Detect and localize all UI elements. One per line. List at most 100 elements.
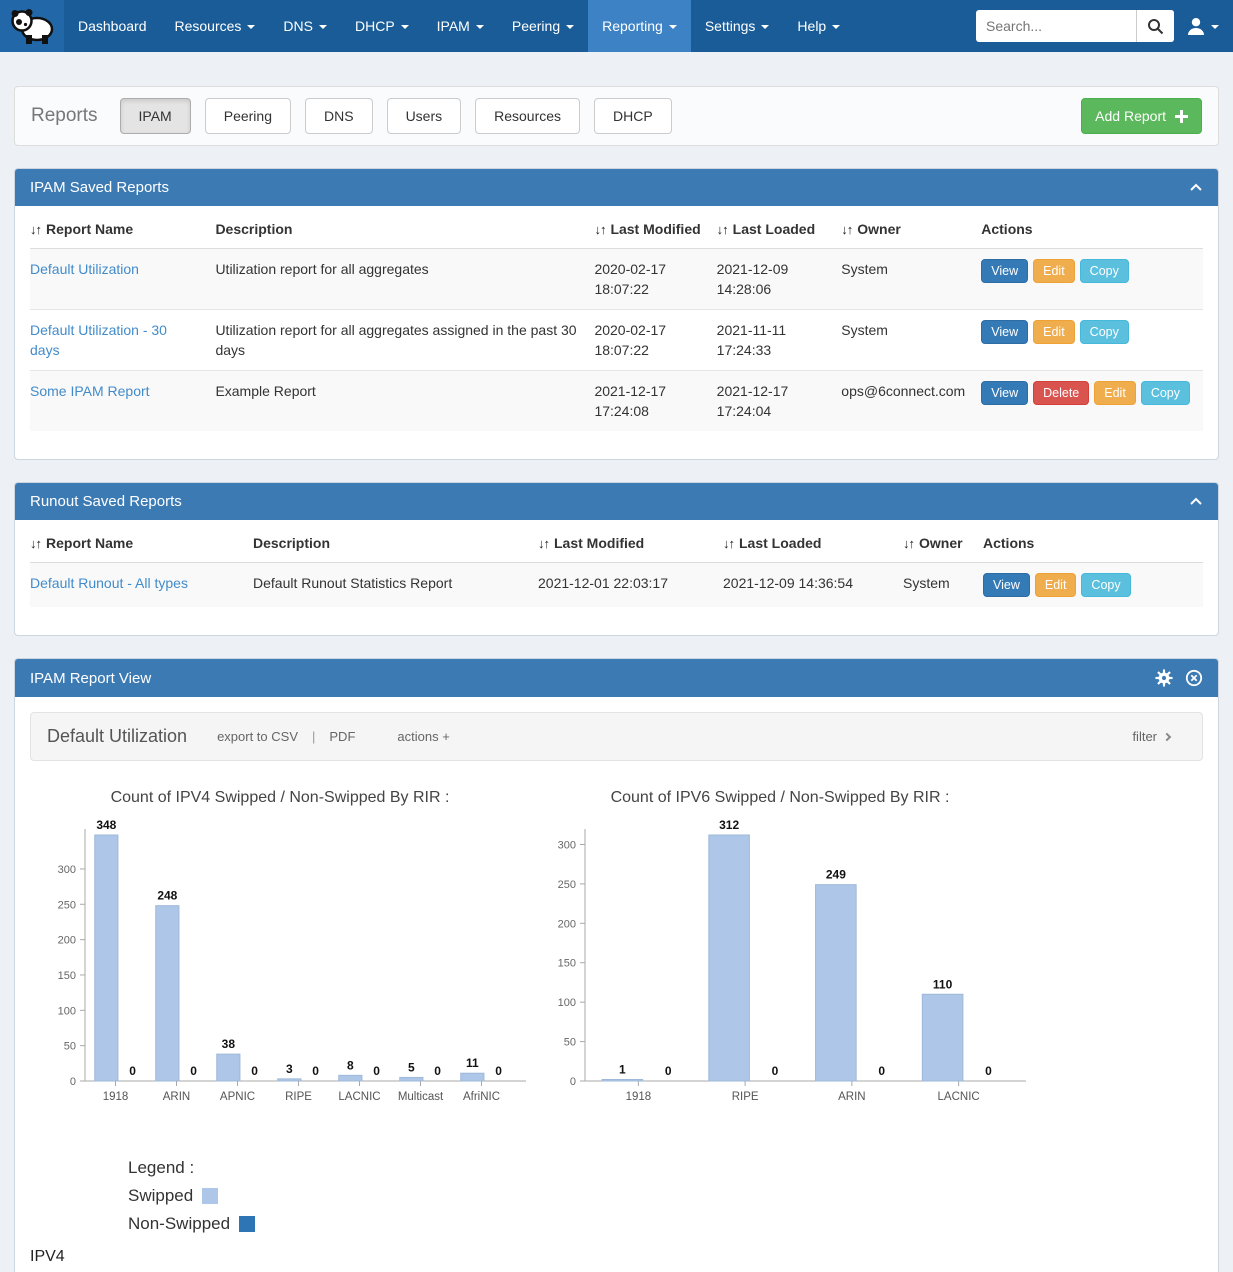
nav-item-label: Help [797,18,826,34]
nav-item-ipam[interactable]: IPAM [423,0,498,52]
delete-button[interactable]: Delete [1033,381,1089,405]
svg-text:ARIN: ARIN [163,1091,190,1103]
legend-item: Non-Swipped [128,1214,1203,1234]
column-label: Owner [919,535,963,551]
svg-text:200: 200 [58,935,76,947]
actions-menu[interactable]: actions + [397,729,449,744]
svg-text:0: 0 [495,1064,502,1078]
nav-item-dashboard[interactable]: Dashboard [64,0,161,52]
search-input[interactable] [976,18,1136,34]
svg-text:0: 0 [312,1064,319,1078]
actions-cell: ViewEditCopy [973,249,1203,310]
edit-button[interactable]: Edit [1033,320,1075,344]
report-name-link[interactable]: Some IPAM Report [30,383,150,399]
report-tabs: IPAM Peering DNS Users Resources DHCP [120,98,686,134]
nav-item-peering[interactable]: Peering [498,0,588,52]
filter-toggle[interactable]: filter [1132,729,1170,744]
column-header-report-name[interactable]: Report Name [30,524,245,563]
charts-row: Count of IPV4 Swipped / Non-Swipped By R… [30,789,1203,1126]
nav-item-resources[interactable]: Resources [161,0,270,52]
nav-item-label: Peering [512,18,560,34]
column-header-owner[interactable]: Owner [895,524,975,563]
view-button[interactable]: View [981,259,1028,283]
search-button[interactable] [1136,10,1174,42]
copy-button[interactable]: Copy [1080,320,1129,344]
view-button[interactable]: View [983,573,1030,597]
nav-item-reporting[interactable]: Reporting [588,0,691,52]
swipped-swatch [202,1188,218,1204]
copy-button[interactable]: Copy [1141,381,1190,405]
view-button[interactable]: View [981,381,1028,405]
column-header-last-modified[interactable]: Last Modified [530,524,715,563]
sort-icon [841,221,857,237]
column-header-last-loaded[interactable]: Last Loaded [715,524,895,563]
sort-icon [903,535,919,551]
column-header-report-name[interactable]: Report Name [30,210,207,249]
actions-cell: ViewEditCopy [973,310,1203,371]
legend-title: Legend : [128,1158,1203,1178]
runout-saved-panel-header: Runout Saved Reports [15,483,1218,520]
panel-title: IPAM Report View [30,670,151,687]
column-header-actions: Actions [973,210,1203,249]
tab-ipam[interactable]: IPAM [120,98,191,134]
copy-button[interactable]: Copy [1080,259,1129,283]
tab-resources[interactable]: Resources [475,98,580,134]
tab-dhcp[interactable]: DHCP [594,98,672,134]
panel-title: IPAM Saved Reports [30,179,169,196]
table-header-row: Report NameDescriptionLast ModifiedLast … [30,210,1203,249]
collapse-button[interactable] [1189,183,1203,192]
last-modified-cell: 2020-02-17 18:07:22 [586,249,708,310]
nav-item-help[interactable]: Help [783,0,854,52]
table-row: Default Runout - All typesDefault Runout… [30,563,1203,608]
legend-item-label: Swipped [128,1186,193,1206]
report-name-link[interactable]: Default Runout - All types [30,575,188,591]
export-pdf-link[interactable]: PDF [329,729,355,744]
runout-saved-table: Report NameDescriptionLast ModifiedLast … [30,524,1203,607]
svg-text:11: 11 [466,1056,479,1070]
report-name-link[interactable]: Default Utilization - 30 days [30,322,167,358]
report-view-toolbar: Default Utilization export to CSV | PDF … [30,712,1203,761]
column-header-last-loaded[interactable]: Last Loaded [709,210,834,249]
collapse-button[interactable] [1189,497,1203,506]
close-panel-button[interactable] [1185,669,1203,687]
edit-button[interactable]: Edit [1033,259,1075,283]
tab-dns[interactable]: DNS [305,98,373,134]
nav-item-settings[interactable]: Settings [691,0,784,52]
export-csv-link[interactable]: export to CSV [217,729,298,744]
svg-text:3: 3 [286,1062,293,1076]
table-row: Some IPAM ReportExample Report2021-12-17… [30,371,1203,432]
chart-legend: Legend : Swipped Non-Swipped [128,1158,1203,1234]
nav-item-label: Resources [175,18,242,34]
nav-item-dhcp[interactable]: DHCP [341,0,423,52]
chevron-down-icon [319,25,327,29]
settings-button[interactable] [1155,669,1173,687]
actions-cell: ViewDeleteEditCopy [973,371,1203,432]
sort-icon [30,221,46,237]
report-name-link[interactable]: Default Utilization [30,261,139,277]
user-menu[interactable] [1186,16,1219,36]
navbar-right [976,0,1233,52]
svg-text:0: 0 [570,1076,576,1088]
table-row: Default Utilization - 30 daysUtilization… [30,310,1203,371]
column-header-last-modified[interactable]: Last Modified [586,210,708,249]
svg-text:0: 0 [70,1076,76,1088]
edit-button[interactable]: Edit [1094,381,1136,405]
edit-button[interactable]: Edit [1035,573,1077,597]
add-report-button[interactable]: Add Report [1081,98,1202,134]
column-header-owner[interactable]: Owner [833,210,973,249]
chevron-down-icon [761,25,769,29]
view-button[interactable]: View [981,320,1028,344]
nav-item-dns[interactable]: DNS [269,0,341,52]
ipam-saved-panel-header: IPAM Saved Reports [15,169,1218,206]
copy-button[interactable]: Copy [1081,573,1130,597]
sort-icon [538,535,554,551]
description-cell: Utilization report for all aggregates [207,249,586,310]
legend-item-label: Non-Swipped [128,1214,230,1234]
tab-users[interactable]: Users [387,98,462,134]
tab-peering[interactable]: Peering [205,98,291,134]
svg-text:200: 200 [558,918,576,930]
table-row: Default Utilization Utilization report fo… [30,249,1203,310]
app-logo[interactable] [0,0,64,52]
svg-text:150: 150 [58,970,76,982]
svg-text:RIPE: RIPE [732,1091,759,1103]
